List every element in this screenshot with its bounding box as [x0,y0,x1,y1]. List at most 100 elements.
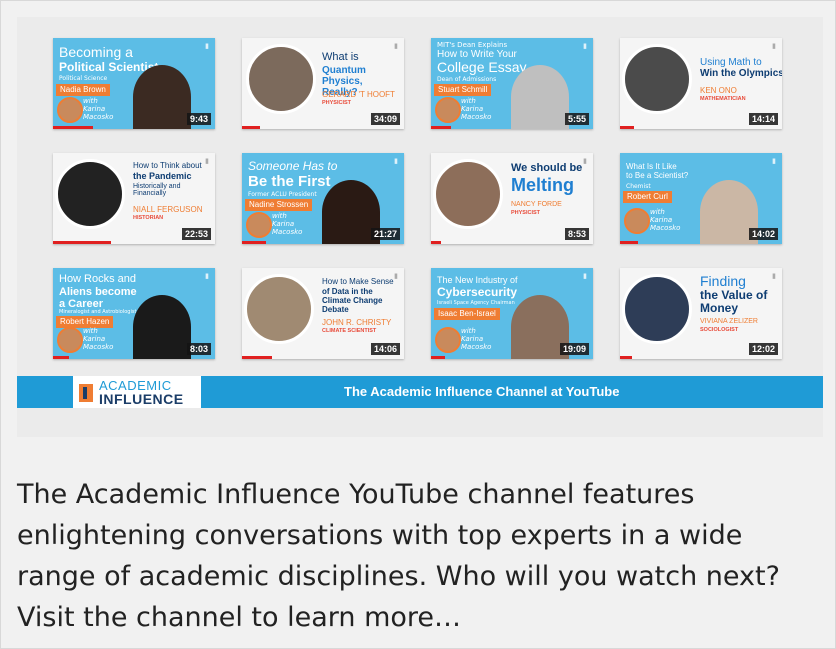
host-label: with Karina Macosko [83,327,114,351]
video-thumbnail[interactable]: How to Think about the Pandemic Historic… [53,153,215,244]
video-duration: 22:53 [181,228,211,240]
host-label: with Karina Macosko [461,327,492,351]
video-title-line-2: to Be a Scientist? [626,171,689,180]
video-thumbnail[interactable]: How Rocks and Aliens become a Career Min… [53,268,215,359]
host-avatar [57,327,83,353]
watch-progress-bar [620,126,634,129]
video-duration: 12:02 [748,343,778,355]
guest-name: NIALL FERGUSON [133,205,203,214]
video-thumbnail[interactable]: Someone Has to Be the First Former ACLU … [242,153,404,244]
watch-progress-bar [620,356,632,359]
video-title-line-1: Becoming a [59,44,133,60]
video-title-line-1: We should be [511,162,583,174]
guest-name: JOHN R. CHRISTY [322,318,392,327]
watch-progress-bar [53,241,111,244]
guest-name: GERARD 'T HOOFT [322,90,395,99]
guest-photo [55,159,125,229]
video-subtitle: Dean of Admissions [437,76,497,83]
guest-name: Isaac Ben-Israel [434,308,500,320]
video-title-line-2: the Value of Money [700,288,768,315]
video-title-line-1: What Is It Like [626,162,677,171]
banner-footer-strip: ACADEMIC INFLUENCE The Academic Influenc… [17,376,823,408]
video-duration: 21:27 [370,228,400,240]
guest-role: HISTORIAN [133,215,164,221]
host-label: with Karina Macosko [272,212,303,236]
bookmark-icon: ▮ [394,42,398,50]
video-title-line-2: Cybersecurity [437,285,518,299]
guest-role: PHYSICIST [511,210,541,216]
video-thumbnail-grid: Becoming a Political Scientist Political… [53,38,782,359]
video-thumbnail[interactable]: What is Quantum Physics, Really? GERARD … [242,38,404,129]
video-title-line-2: Win the Olympics [700,68,782,79]
video-thumbnail[interactable]: Finding the Value of Money VIVIANA ZELIZ… [620,268,782,359]
host-avatar [435,97,461,123]
video-duration: 14:14 [748,113,778,125]
video-thumbnail[interactable]: What Is It Like to Be a Scientist? Chemi… [620,153,782,244]
bookmark-icon: ▮ [772,272,776,280]
guest-photo [133,295,191,359]
video-duration: 14:06 [370,343,400,355]
video-title-line-2: College Essay [437,59,527,75]
video-title-line-1: What is [322,51,359,63]
guest-photo [246,44,316,114]
video-duration: 5:55 [564,113,589,125]
video-subtitle: Chemist [626,183,651,190]
guest-role: SOCIOLOGIST [700,327,739,333]
video-thumbnail[interactable]: Becoming a Political Scientist Political… [53,38,215,129]
video-duration: 9:43 [186,113,211,125]
bookmark-icon: ▮ [205,157,209,165]
video-title-line-1: The New Industry of [437,275,518,285]
video-title-line-2: the Pandemic [133,171,192,181]
video-title-line-2: Be the First [248,173,331,190]
video-thumbnail[interactable]: How to Make Sense of Data in the Climate… [242,268,404,359]
watch-progress-bar [431,356,445,359]
watch-progress-bar [242,356,272,359]
channel-banner-image[interactable]: Becoming a Political Scientist Political… [17,17,823,437]
video-title-line-2: Melting [511,175,574,195]
video-thumbnail[interactable]: We should be Melting NANCY FORDE PHYSICI… [431,153,593,244]
guest-name: Nadia Brown [56,84,110,96]
logo-text-bottom: INFLUENCE [99,391,184,407]
bookmark-icon: ▮ [394,272,398,280]
video-thumbnail[interactable]: Using Math to Win the Olympics KEN ONO M… [620,38,782,129]
guest-photo [133,65,191,129]
guest-photo [622,274,692,344]
watch-progress-bar [53,126,93,129]
guest-photo [433,159,503,229]
guest-photo [244,274,314,344]
guest-name: KEN ONO [700,86,737,95]
video-duration: 8:03 [186,343,211,355]
watch-progress-bar [431,241,441,244]
academic-influence-logo[interactable]: ACADEMIC INFLUENCE [73,376,201,408]
channel-promo-card: Becoming a Political Scientist Political… [0,0,836,649]
video-title-line-1: How to Think about [133,161,202,170]
video-title-line-1: Someone Has to [248,159,338,173]
bookmark-icon: ▮ [772,157,776,165]
host-label: with Karina Macosko [83,97,114,121]
watch-progress-bar [431,126,451,129]
watch-progress-bar [53,356,69,359]
video-title-line-1: Finding [700,273,746,289]
video-subtitle: Mineralogist and Astrobiologist [59,309,137,315]
watch-progress-bar [242,241,266,244]
video-subtitle: Former ACLU President [248,191,317,198]
host-label: with Karina Macosko [461,97,492,121]
guest-role: CLIMATE SCIENTIST [322,328,377,334]
video-title-line-1: How to Make Sense [322,277,394,286]
watch-progress-bar [242,126,260,129]
video-title-line-1: Using Math to [700,57,762,68]
bookmark-icon: ▮ [394,157,398,165]
video-title-line-2: of Data in the Climate Change Debate [322,287,383,314]
video-subtitle: Israeli Space Agency Chairman [437,300,515,306]
guest-name: Nadine Strossen [245,199,313,211]
video-pretitle: MIT's Dean Explains [437,41,508,49]
bookmark-icon: ▮ [583,272,587,280]
video-thumbnail[interactable]: The New Industry of Cybersecurity Israel… [431,268,593,359]
guest-name: VIVIANA ZELIZER [700,318,758,325]
host-avatar [435,327,461,353]
host-avatar [246,212,272,238]
video-duration: 19:09 [559,343,589,355]
guest-photo [511,65,569,129]
video-thumbnail[interactable]: MIT's Dean Explains How to Write Your Co… [431,38,593,129]
guest-name: Robert Curl [623,191,672,203]
